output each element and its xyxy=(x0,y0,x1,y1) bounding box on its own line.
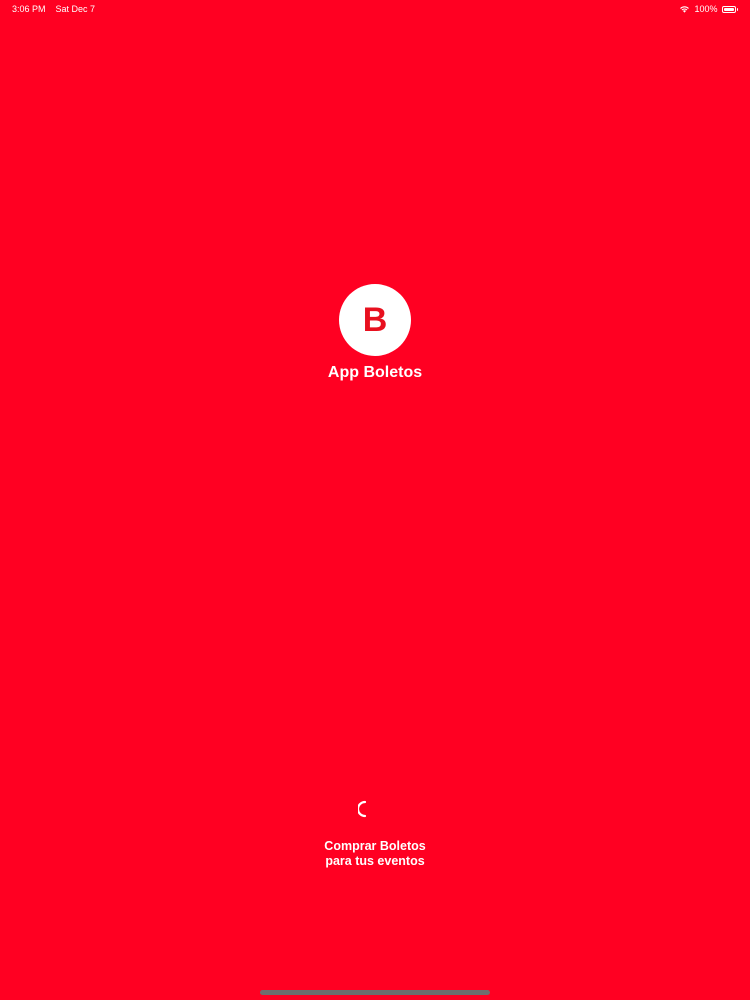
battery-body xyxy=(721,5,736,13)
tagline-line-1: Comprar Boletos xyxy=(324,839,426,853)
battery-icon xyxy=(721,5,738,13)
app-logo: B xyxy=(339,284,411,356)
app-title: App Boletos xyxy=(327,364,423,381)
status-time: 3:06 PM xyxy=(12,4,46,14)
status-date: Sat Dec 7 xyxy=(55,4,96,14)
status-bar: 3:06 PM Sat Dec 7 100% xyxy=(0,0,750,18)
battery-percent: 100% xyxy=(694,4,718,14)
status-right: 100% xyxy=(679,0,738,18)
loading-spinner-icon xyxy=(358,800,372,818)
tagline-line-2: para tus eventos xyxy=(325,854,425,868)
tagline: Comprar Boletos para tus eventos xyxy=(0,839,750,869)
status-left: 3:06 PM Sat Dec 7 xyxy=(12,0,95,18)
app-logo-letter: B xyxy=(362,301,388,339)
wifi-icon xyxy=(679,5,690,13)
battery-fill xyxy=(723,7,734,11)
battery-tip xyxy=(736,7,738,11)
home-indicator[interactable] xyxy=(260,990,490,995)
